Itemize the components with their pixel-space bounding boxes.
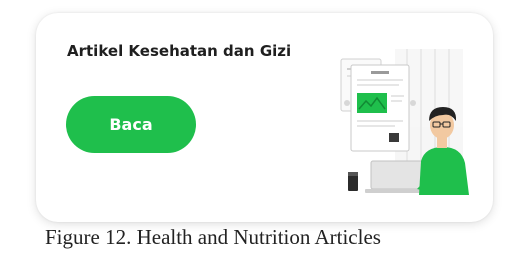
coffee-cup bbox=[348, 172, 358, 191]
document-page bbox=[344, 64, 416, 152]
article-illustration bbox=[340, 49, 469, 195]
article-card[interactable]: Artikel Kesehatan dan Gizi Baca bbox=[36, 13, 493, 222]
card-title: Artikel Kesehatan dan Gizi bbox=[67, 42, 292, 60]
read-button[interactable]: Baca bbox=[66, 96, 196, 153]
figure-caption: Figure 12. Health and Nutrition Articles bbox=[45, 225, 381, 249]
